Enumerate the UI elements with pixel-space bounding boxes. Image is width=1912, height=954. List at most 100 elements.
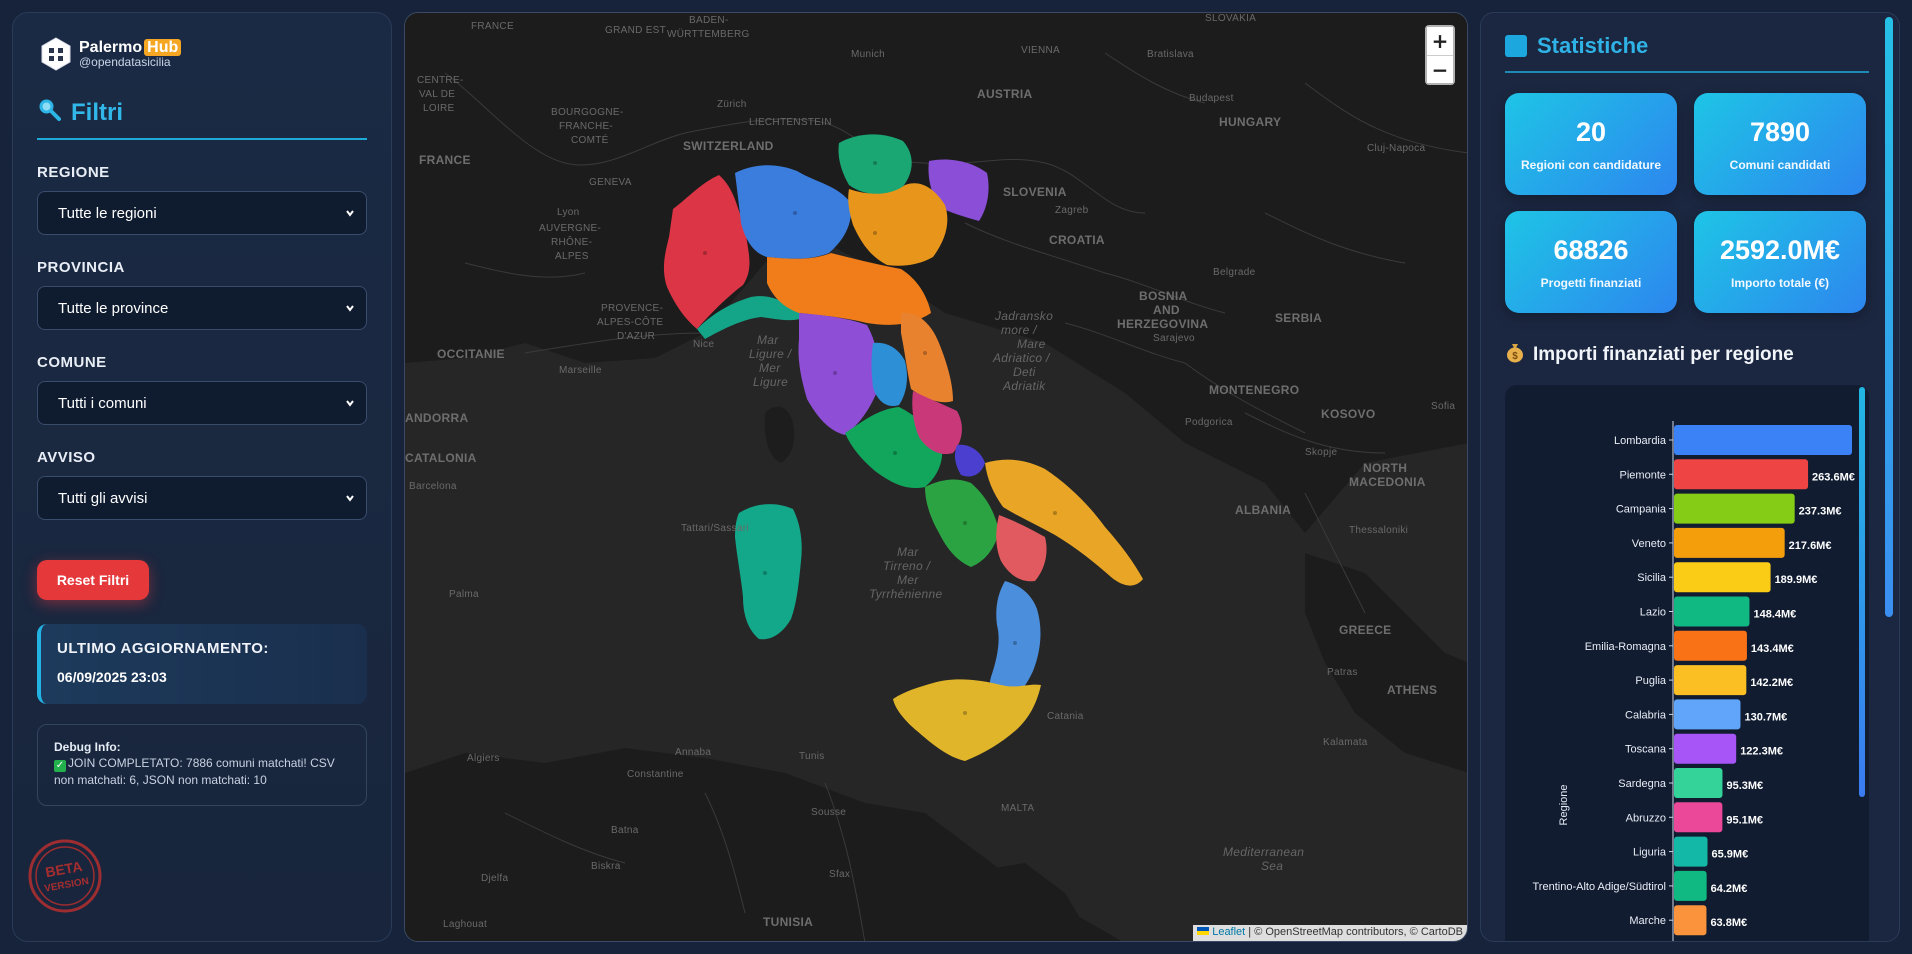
map-label: Skopje (1305, 447, 1338, 458)
last-update-date: 06/09/2025 23:03 (57, 669, 167, 685)
bar[interactable] (1674, 562, 1771, 593)
beta-version-stamp: BETA VERSION (27, 838, 103, 919)
last-update-title: ULTIMO AGGIORNAMENTO: (57, 640, 269, 657)
map-label: GENEVA (589, 177, 632, 188)
regione-select[interactable]: Tutte le regioni (37, 191, 367, 235)
map-label: ALBANIA (1235, 503, 1292, 517)
map-label: HERZEGOVINA (1117, 317, 1209, 331)
bar[interactable] (1674, 425, 1852, 455)
map-label: SLOVENIA (1003, 185, 1067, 199)
brand-logo[interactable]: Palermo Hub @opendatasicilia (41, 37, 367, 71)
map-label: Bratislava (1147, 49, 1194, 60)
brand-name: Palermo (79, 38, 143, 56)
bar[interactable] (1674, 905, 1707, 936)
leaflet-link[interactable]: Leaflet (1212, 926, 1245, 938)
bar-value-label: 263.6M€ (1812, 471, 1855, 483)
stat-label: Regioni con candidature (1520, 157, 1661, 172)
map-label: LOIRE (423, 103, 455, 114)
map-label: ATHENS (1387, 683, 1438, 697)
map-label: Biskra (591, 861, 621, 872)
map-label: VIENNA (1021, 45, 1061, 56)
chevron-down-icon (344, 395, 356, 415)
map-label: PROVENCE- (601, 303, 664, 314)
bar-value-label: 63.8M€ (1710, 917, 1747, 929)
stats-panel: Statistiche 20 Regioni con candidature 7… (1480, 12, 1900, 942)
provincia-select[interactable]: Tutte le province (37, 286, 367, 330)
chart-title: Importi finanziati per regione (1533, 344, 1794, 365)
map-label: Marseille (559, 365, 602, 376)
stats-title: Statistiche (1537, 33, 1649, 58)
map-label: Sofia (1431, 401, 1456, 412)
map-label: Tunis (799, 751, 825, 762)
check-icon: ✓ (54, 760, 66, 773)
panel-scrollbar[interactable] (1885, 17, 1893, 617)
stat-value: 7890 (1749, 116, 1811, 147)
last-update-box: ULTIMO AGGIORNAMENTO: 06/09/2025 23:03 (37, 624, 367, 704)
comune-select[interactable]: Tutti i comuni (37, 381, 367, 425)
map-label: Ligure / (749, 347, 792, 361)
brand-handle: @opendatasicilia (79, 55, 171, 70)
stats-heading: Statistiche (1505, 33, 1869, 73)
bar-value-label: 189.9M€ (1775, 574, 1818, 586)
map-label: Djelfa (481, 873, 509, 884)
map-label: Nice (693, 339, 715, 350)
reset-filters-button[interactable]: Reset Filtri (37, 560, 149, 600)
zoom-out-button[interactable]: − (1427, 55, 1453, 83)
stat-card-progetti: 68826 Progetti finanziati (1505, 211, 1677, 313)
map-label: AUSTRIA (977, 87, 1033, 101)
search-icon (37, 97, 61, 128)
map-label: FRANCHE- (559, 121, 614, 132)
y-tick-label: Liguria (1633, 847, 1667, 859)
map-label: CATALONIA (405, 451, 477, 465)
stat-value: 68826 (1553, 234, 1629, 265)
map-label: Palma (449, 589, 479, 600)
map-label: Annaba (675, 747, 712, 758)
map-label: FRANCE (471, 21, 514, 32)
bar[interactable] (1674, 870, 1707, 901)
map-label: SERBIA (1275, 311, 1323, 325)
map-label: Sousse (811, 807, 847, 818)
bar[interactable] (1674, 733, 1737, 764)
map-label: VAL DE (419, 89, 456, 100)
map-label: Adriatik (1003, 379, 1046, 393)
map-attribution: Leaflet | © OpenStreetMap contributors, … (1193, 925, 1467, 941)
map-label: Mare (1017, 337, 1046, 351)
zoom-in-button[interactable]: + (1427, 27, 1453, 55)
bar[interactable] (1674, 527, 1785, 558)
map-basemap (405, 13, 1467, 941)
avviso-select[interactable]: Tutti gli avvisi (37, 476, 367, 520)
map-label: Catania (1047, 711, 1084, 722)
map-label: KOSOVO (1321, 407, 1376, 421)
bar[interactable] (1674, 836, 1708, 867)
bar[interactable] (1674, 768, 1723, 798)
map-label: Belgrade (1213, 267, 1256, 278)
bar[interactable] (1674, 630, 1747, 661)
debug-info-box: Debug Info: ✓ JOIN COMPLETATO: 7886 comun… (37, 724, 367, 806)
bar-value-label: 64.2M€ (1711, 883, 1748, 895)
filters-title: Filtri (71, 98, 123, 126)
y-tick-label: Campania (1616, 504, 1667, 516)
map-label: Munich (851, 49, 886, 60)
map-label: TUNISIA (763, 915, 814, 929)
map-label: Barcelona (409, 481, 457, 492)
chart-scrollbar[interactable] (1859, 387, 1865, 797)
stat-label: Comuni candidati (1729, 157, 1831, 172)
map-label: Podgorica (1185, 417, 1233, 428)
bar[interactable] (1674, 596, 1750, 627)
map-label: Zürich (717, 99, 747, 110)
stats-square-icon (1505, 35, 1527, 57)
map-view[interactable]: FRANCE GRAND EST BADEN- WÜRTTEMBERG Muni… (404, 12, 1468, 942)
avviso-label: AVVISO (37, 449, 96, 466)
bar[interactable] (1674, 802, 1723, 833)
bar[interactable] (1674, 493, 1795, 524)
regione-label: REGIONE (37, 164, 110, 181)
stat-card-comuni: 7890 Comuni candidati (1694, 93, 1866, 195)
bar-chart-svg: Regione Lombardia Piemonte 263.6M€ Campania 2… (1533, 421, 1855, 941)
map-label: WÜRTTEMBERG (667, 29, 750, 40)
bar[interactable] (1674, 665, 1747, 696)
bar[interactable] (1674, 459, 1809, 490)
bar[interactable] (1674, 699, 1741, 730)
map-label: BADEN- (689, 15, 729, 26)
map-label: Laghouat (443, 919, 488, 930)
zoom-control: + − (1425, 25, 1455, 85)
